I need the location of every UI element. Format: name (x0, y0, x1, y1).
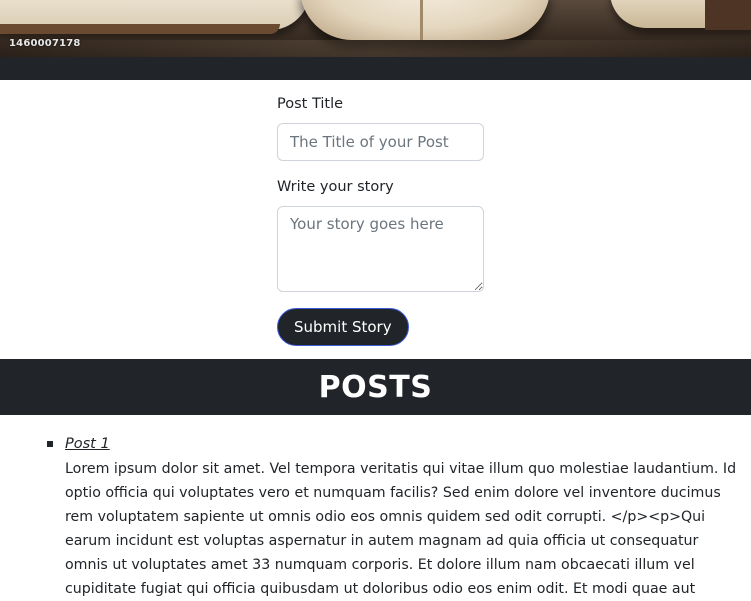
book-right-cover-image (705, 0, 751, 30)
table-surface-image (0, 40, 751, 57)
book-left-cover-image (0, 24, 280, 34)
open-book-image (300, 0, 550, 40)
post-title-label: Post Title (277, 96, 344, 112)
new-post-form: Post Title Write your story Submit Story (277, 80, 487, 346)
post-list-item: Post 1 Lorem ipsum dolor sit amet. Vel t… (47, 433, 737, 601)
hero-banner-image: 1460007178 (0, 0, 751, 57)
post-title-input[interactable] (277, 123, 484, 161)
story-textarea[interactable] (277, 206, 484, 292)
post-body-text: Lorem ipsum dolor sit amet. Vel tempora … (65, 461, 737, 597)
square-bullet-icon (47, 441, 53, 447)
story-label: Write your story (277, 179, 394, 195)
post-title-link[interactable]: Post 1 (65, 434, 110, 454)
posts-list: Post 1 Lorem ipsum dolor sit amet. Vel t… (47, 433, 737, 601)
open-book-spine-image (420, 0, 423, 40)
submit-story-button[interactable]: Submit Story (277, 308, 409, 346)
posts-header-bar: POSTS (0, 359, 751, 415)
hero-bottom-bar (0, 57, 751, 80)
stock-image-id: 1460007178 (9, 38, 81, 49)
posts-heading: POSTS (318, 369, 433, 405)
